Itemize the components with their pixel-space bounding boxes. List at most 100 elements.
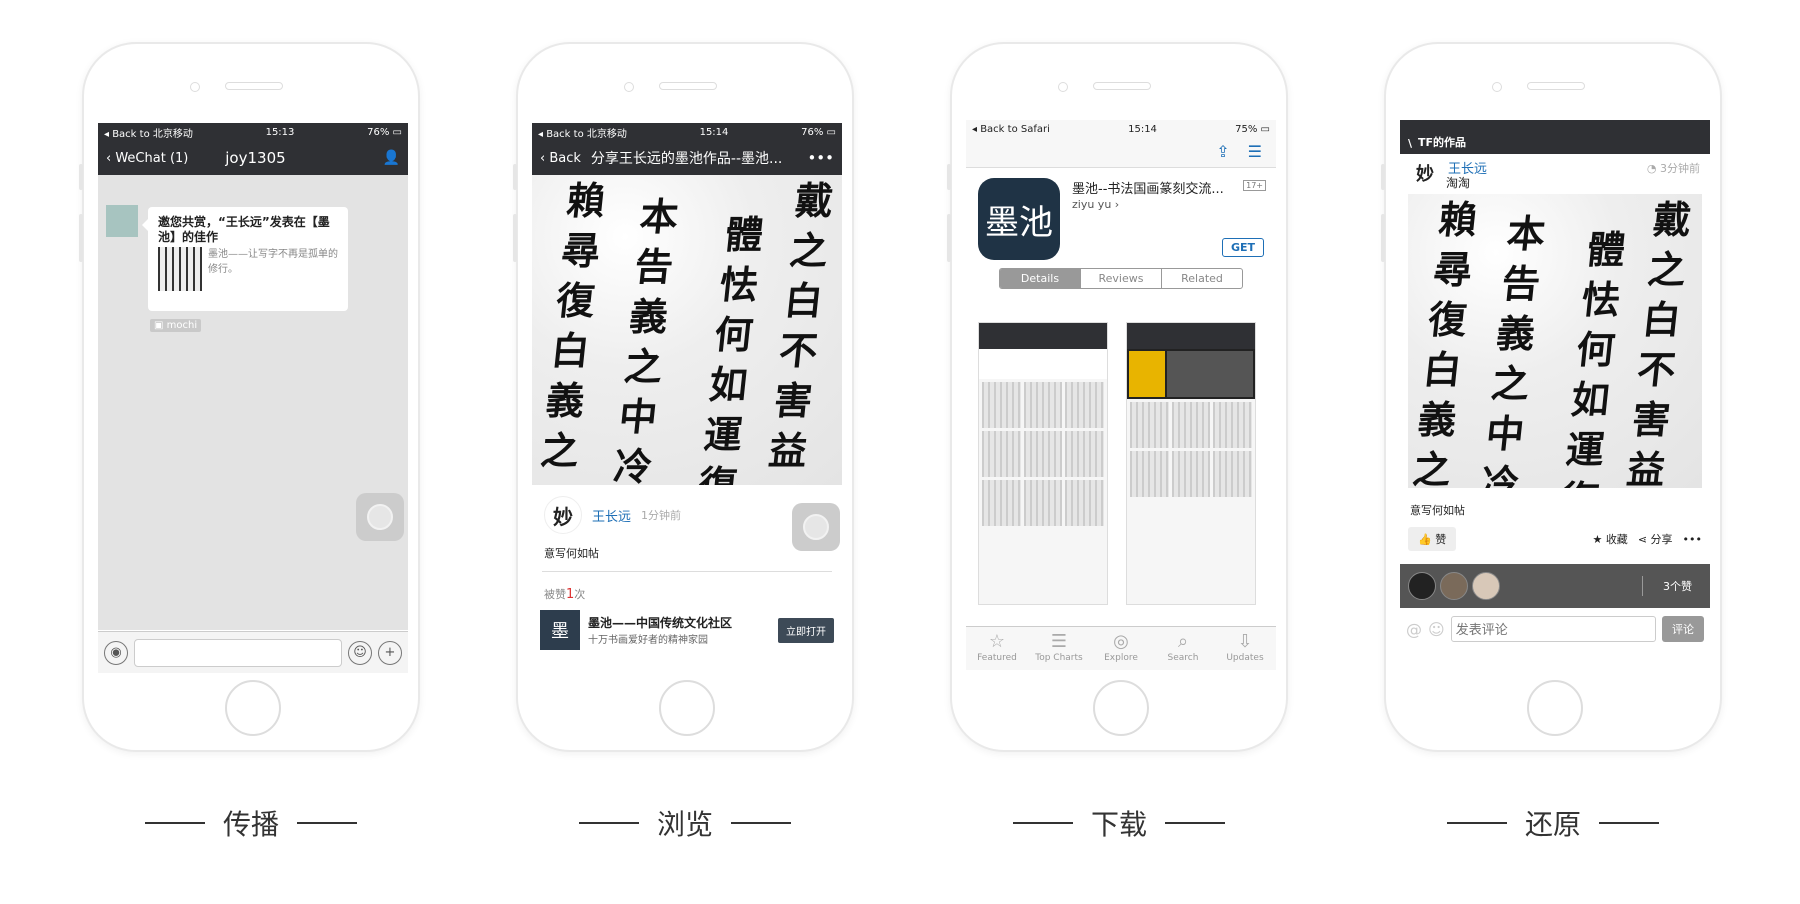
app-promo-banner[interactable]: 墨 墨池——中国传统文化社区 十万书画爱好者的精神家园 立即打开 <box>532 610 842 650</box>
author-sub: 淘淘 <box>1446 176 1471 190</box>
sender-avatar[interactable] <box>106 205 138 237</box>
app-icon[interactable]: 墨池 <box>978 178 1060 260</box>
back-to-app[interactable]: ◂ Back to 北京移动 <box>104 125 193 140</box>
author-avatar[interactable]: 妙 <box>544 496 582 534</box>
caption-restore: 还原 <box>1433 803 1673 843</box>
comment-input[interactable] <box>1450 616 1656 642</box>
liker-avatar[interactable] <box>1440 572 1468 600</box>
action-row: 👍 赞 ★ 收藏 ⋖ 分享 ••• <box>1400 524 1710 554</box>
list-icon[interactable]: ☰ <box>1248 142 1262 163</box>
wechat-navbar: ‹ WeChat (1) joy1305 👤 <box>98 141 408 175</box>
chat-title: joy1305 <box>225 149 286 167</box>
comment-button[interactable]: 评论 <box>1662 616 1704 642</box>
calligraphy-image[interactable]: 戴之白不害益 體怯何如運復 本告義之中冷 賴尋復白義之 <box>532 175 842 485</box>
phone-browse: ◂ Back to 北京移动 15:14 76% ▭ ‹ Back 分享王长远的… <box>513 42 854 752</box>
app-header: 墨池 墨池--书法国画篆刻交流... 17+ ziyu yu › GET <box>966 168 1276 268</box>
screenshot-1[interactable] <box>978 322 1108 605</box>
work-caption: 意写何如帖 <box>1410 504 1465 517</box>
caption-browse: 浏览 <box>565 803 805 843</box>
status-time: 15:14 <box>699 126 729 138</box>
tab-top-charts[interactable]: ☰ Top Charts <box>1028 627 1090 670</box>
emoji-icon[interactable]: ☺ <box>1428 620 1445 639</box>
star-icon: ☆ <box>988 631 1006 652</box>
share-icon[interactable]: ⇪ <box>1216 142 1229 163</box>
wechat-screen: ◂ Back to 北京移动 15:13 76% ▭ ‹ WeChat (1) … <box>98 123 408 673</box>
status-bar: ◂ Back to 北京移动 15:13 76% ▭ <box>98 123 408 141</box>
app-name: 墨池--书法国画篆刻交流... <box>1072 182 1224 197</box>
like-count: 被赞1次 <box>544 587 586 602</box>
detail-segments: Details Reviews Related <box>999 268 1243 289</box>
share-message[interactable]: 邀您共赏，“王长远”发表在【墨池】的佳作 墨池——让写字不再是孤单的修行。 <box>142 207 348 311</box>
mention-icon[interactable]: @ <box>1406 620 1422 639</box>
promo-title: 墨池——中国传统文化社区 <box>588 616 733 630</box>
assistive-touch-icon[interactable] <box>792 503 840 551</box>
developer-link[interactable]: ziyu yu › <box>1072 198 1119 211</box>
share-button[interactable]: ⋖ 分享 <box>1638 531 1673 547</box>
segment-related[interactable]: Related <box>1162 269 1242 288</box>
tab-featured[interactable]: ☆ Featured <box>966 627 1028 670</box>
promo-subtitle: 十万书画爱好者的精神家园 <box>588 635 708 646</box>
restore-screen: \ TF的作品 妙 王长远 淘淘 ◔ 3分钟前 戴之白不害益 體怯何如運復 本告… <box>1400 120 1710 670</box>
likers-bar: 3个赞 <box>1400 564 1710 608</box>
author-row: 妙 王长远 1分钟前 <box>532 485 842 551</box>
back-to-app[interactable]: ◂ Back to 北京移动 <box>538 125 627 140</box>
author-name[interactable]: 王长远 <box>592 506 631 525</box>
chat-input-bar: ◉ ☺ + <box>98 631 408 673</box>
like-button[interactable]: 👍 赞 <box>1408 527 1457 551</box>
message-source[interactable]: ▣ mochi <box>150 319 202 332</box>
screenshot-2[interactable] <box>1126 322 1256 605</box>
age-rating: 17+ <box>1243 180 1266 191</box>
get-button[interactable]: GET <box>1221 238 1264 257</box>
collect-button[interactable]: ★ 收藏 <box>1592 531 1627 547</box>
calligraphy-image[interactable]: 戴之白不害益 體怯何如運復 本告義之中冷 賴尋復白義之 <box>1408 194 1702 488</box>
voice-icon[interactable]: ◉ <box>104 640 128 665</box>
appstore-tabbar: ☆ Featured ☰ Top Charts ◎ Explore ⌕ Search ⇩… <box>966 626 1276 670</box>
post-time: 1分钟前 <box>641 509 682 522</box>
home-button[interactable] <box>225 680 281 736</box>
plus-icon[interactable]: + <box>378 640 402 665</box>
post-time: ◔ 3分钟前 <box>1646 162 1700 175</box>
like-count[interactable]: 3个赞 <box>1663 578 1692 594</box>
battery-indicator: 76% ▭ <box>367 126 402 138</box>
segment-details[interactable]: Details <box>1000 269 1081 288</box>
battery-indicator: 76% ▭ <box>801 126 836 138</box>
author-avatar[interactable]: 妙 <box>1410 158 1440 188</box>
battery-indicator: 75% ▭ <box>1235 123 1270 135</box>
appstore-screen: ◂ Back to Safari 15:14 75% ▭ ⇪ ☰ 墨池 墨池--书… <box>966 120 1276 670</box>
segment-reviews[interactable]: Reviews <box>1081 269 1162 288</box>
browser-navbar: ‹ Back 分享王长远的墨池作品--墨池... ••• <box>532 141 842 175</box>
more-icon[interactable]: ••• <box>1683 533 1702 546</box>
home-button[interactable] <box>1527 680 1583 736</box>
author-row: 妙 王长远 淘淘 ◔ 3分钟前 <box>1400 154 1710 194</box>
wechat-back-button[interactable]: ‹ WeChat (1) <box>106 151 188 166</box>
status-bar: ◂ Back to 北京移动 15:14 76% ▭ <box>532 123 842 141</box>
chat-input[interactable] <box>134 638 342 667</box>
comment-bar: @ ☺ 评论 <box>1400 608 1710 650</box>
liker-avatar[interactable] <box>1408 572 1436 600</box>
home-button[interactable] <box>659 680 715 736</box>
browse-screen: ◂ Back to 北京移动 15:14 76% ▭ ‹ Back 分享王长远的… <box>532 123 842 673</box>
contact-icon[interactable]: 👤 <box>383 150 400 166</box>
tab-updates[interactable]: ⇩ Updates <box>1214 627 1276 670</box>
browser-back-button[interactable]: ‹ Back <box>540 151 581 166</box>
home-button[interactable] <box>1093 680 1149 736</box>
message-thumbnail <box>158 247 202 291</box>
app-title-bar: \ TF的作品 <box>1400 120 1710 154</box>
download-icon: ⇩ <box>1237 631 1253 652</box>
tab-explore[interactable]: ◎ Explore <box>1090 627 1152 670</box>
liker-avatar[interactable] <box>1472 572 1500 600</box>
emoji-icon[interactable]: ☺ <box>348 640 372 665</box>
open-app-button[interactable]: 立即打开 <box>778 617 834 643</box>
tab-search[interactable]: ⌕ Search <box>1152 627 1214 670</box>
assistive-touch-icon[interactable] <box>356 493 404 541</box>
more-icon[interactable]: ••• <box>807 149 834 167</box>
app-logo-icon: 墨 <box>540 610 580 650</box>
caption-download: 下载 <box>999 803 1239 843</box>
back-to-app[interactable]: ◂ Back to Safari <box>972 124 1050 135</box>
status-time: 15:13 <box>265 126 295 138</box>
message-title: 邀您共赏，“王长远”发表在【墨池】的佳作 <box>158 215 330 244</box>
caption-spread: 传播 <box>131 803 371 843</box>
status-time: 15:14 <box>1128 123 1157 135</box>
page-title: 分享王长远的墨池作品--墨池... <box>590 151 783 167</box>
chat-area: 邀您共赏，“王长远”发表在【墨池】的佳作 墨池——让写字不再是孤单的修行。 ▣ … <box>98 175 408 630</box>
